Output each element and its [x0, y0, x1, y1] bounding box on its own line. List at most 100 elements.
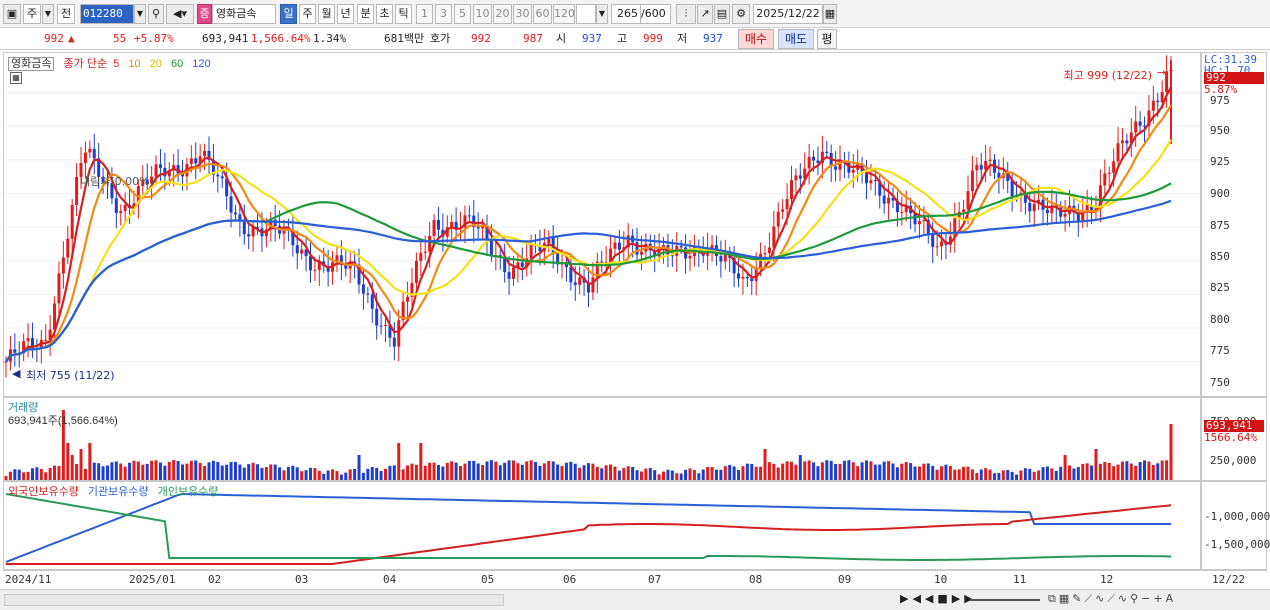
- volume-bar: [114, 461, 118, 480]
- ma-120-label: 120: [192, 58, 211, 70]
- price-legend-name: 영화금속: [8, 57, 55, 71]
- minus-icon[interactable]: −: [1141, 592, 1153, 605]
- minute-30[interactable]: 30: [513, 4, 532, 24]
- volume-bar: [1156, 463, 1160, 480]
- zoom-slider[interactable]: [970, 599, 1040, 601]
- volume-bar: [410, 463, 414, 480]
- period-second[interactable]: 초: [376, 4, 393, 24]
- calendar-icon[interactable]: ▦: [823, 4, 837, 24]
- sell-button[interactable]: 매도: [778, 29, 814, 49]
- layout-icon[interactable]: ▣: [3, 4, 21, 24]
- candle-body: [785, 199, 789, 210]
- plus-icon[interactable]: +: [1153, 592, 1165, 605]
- search-icon[interactable]: ⚲: [148, 4, 164, 24]
- chart-scroll-bar[interactable]: ▶◀◀■▶▶ ⧉▦✎⟋∿⟋∿⚲−+A: [0, 589, 1270, 610]
- volume-bar: [931, 465, 935, 480]
- volume-bar: [291, 465, 295, 480]
- speaker-icon[interactable]: ◀▾: [166, 4, 194, 24]
- wave2-icon[interactable]: ∿: [1118, 592, 1130, 605]
- minute-5[interactable]: 5: [454, 4, 471, 24]
- volume-bar: [662, 471, 666, 480]
- volume-bar: [953, 469, 957, 480]
- custom-period-field[interactable]: [576, 4, 596, 24]
- minute-20[interactable]: 20: [493, 4, 512, 24]
- candle-body: [189, 158, 193, 164]
- candle-type-icon[interactable]: ⫶: [676, 4, 696, 24]
- volume-bar: [869, 461, 873, 480]
- volume-bar: [66, 443, 70, 480]
- tool-icons[interactable]: ⧉▦✎⟋∿⟋∿⚲−+A: [1048, 592, 1176, 606]
- volume-bar: [185, 463, 189, 480]
- stock-code-input[interactable]: 012280: [80, 4, 134, 24]
- mode-a-button[interactable]: 주: [23, 4, 41, 24]
- y-tick-950: 950: [1210, 124, 1230, 137]
- minute-10[interactable]: 10: [473, 4, 492, 24]
- volume-bar: [101, 466, 105, 480]
- edit-icon[interactable]: ✎: [1072, 592, 1084, 605]
- zoom-icon[interactable]: ⚲: [1130, 592, 1141, 605]
- period-year[interactable]: 년: [337, 4, 354, 24]
- draw-icon[interactable]: ⟋: [1084, 592, 1095, 605]
- draw2-icon[interactable]: ⟋: [1107, 592, 1118, 605]
- stop-icon[interactable]: ■: [937, 592, 951, 605]
- custom-period-dropdown-icon[interactable]: ▼: [596, 4, 608, 24]
- code-dropdown-icon[interactable]: ▼: [134, 4, 146, 24]
- volume-bar: [767, 462, 771, 480]
- candle-body: [154, 164, 158, 177]
- volume-bar: [895, 467, 899, 480]
- period-day[interactable]: 일: [280, 4, 297, 24]
- volume-bar: [600, 468, 604, 480]
- candle-body: [247, 234, 251, 237]
- volume-bar: [322, 473, 326, 480]
- candle-body: [1156, 100, 1160, 102]
- mode-b-button[interactable]: 전: [57, 4, 75, 24]
- volume-pane[interactable]: 거래량 693,941주(1,566.64%): [3, 397, 1201, 481]
- wave-icon[interactable]: ∿: [1095, 592, 1107, 605]
- candle-body: [361, 284, 365, 294]
- play-icon[interactable]: ▶: [900, 592, 912, 605]
- buy-button[interactable]: 매수: [738, 29, 774, 49]
- price-pane[interactable]: 영화금속 종가 단순 5 10 20 60 120 ▦ 최고 999 (12/2…: [3, 52, 1201, 397]
- eval-button[interactable]: 평: [817, 29, 837, 49]
- stock-name-field[interactable]: 영화금속: [212, 4, 276, 24]
- candle-body: [917, 221, 921, 225]
- chart-type-icon[interactable]: ↗: [697, 4, 713, 24]
- candle-body: [789, 180, 793, 200]
- volume-bar: [485, 461, 489, 480]
- price-chart[interactable]: [4, 53, 1200, 396]
- candle-body: [419, 252, 423, 261]
- font-icon[interactable]: A: [1166, 592, 1177, 605]
- grid-icon[interactable]: ▦: [1059, 592, 1072, 605]
- copy-icon[interactable]: ⧉: [1048, 592, 1059, 605]
- holder-pane[interactable]: 외국인보유수량 기관보유수량 개인보유수량: [3, 481, 1201, 570]
- holder-line-individual: [5, 493, 1172, 561]
- save-icon[interactable]: ▤: [714, 4, 730, 24]
- date-input[interactable]: 2025/12/22: [753, 4, 823, 24]
- volume-bar: [414, 464, 418, 480]
- count-input[interactable]: 265: [611, 4, 641, 24]
- volume-chart[interactable]: [4, 398, 1200, 480]
- minute-1[interactable]: 1: [416, 4, 433, 24]
- period-tick[interactable]: 틱: [395, 4, 412, 24]
- playback-controls[interactable]: ▶◀◀■▶▶: [900, 592, 977, 605]
- candle-body: [935, 246, 939, 248]
- gear-icon[interactable]: ⚙: [732, 4, 750, 24]
- candle-body: [529, 244, 533, 259]
- minute-3[interactable]: 3: [435, 4, 452, 24]
- period-minute[interactable]: 분: [357, 4, 374, 24]
- minute-60[interactable]: 60: [533, 4, 552, 24]
- candle-body: [436, 220, 440, 230]
- volume-bar: [507, 460, 511, 480]
- minute-120[interactable]: 120: [553, 4, 575, 24]
- candle-body: [432, 220, 436, 236]
- horizontal-scrollbar[interactable]: [4, 594, 504, 606]
- candle-body: [233, 212, 237, 215]
- rewind-icon[interactable]: ◀◀: [912, 592, 937, 605]
- candle-body: [741, 276, 745, 279]
- chevron-down-icon[interactable]: ▼: [42, 4, 54, 24]
- period-week[interactable]: 주: [299, 4, 316, 24]
- y-tick-800: 800: [1210, 313, 1230, 326]
- grid-toggle-icon[interactable]: ▦: [10, 72, 22, 84]
- candle-body: [767, 247, 771, 254]
- period-month[interactable]: 월: [318, 4, 335, 24]
